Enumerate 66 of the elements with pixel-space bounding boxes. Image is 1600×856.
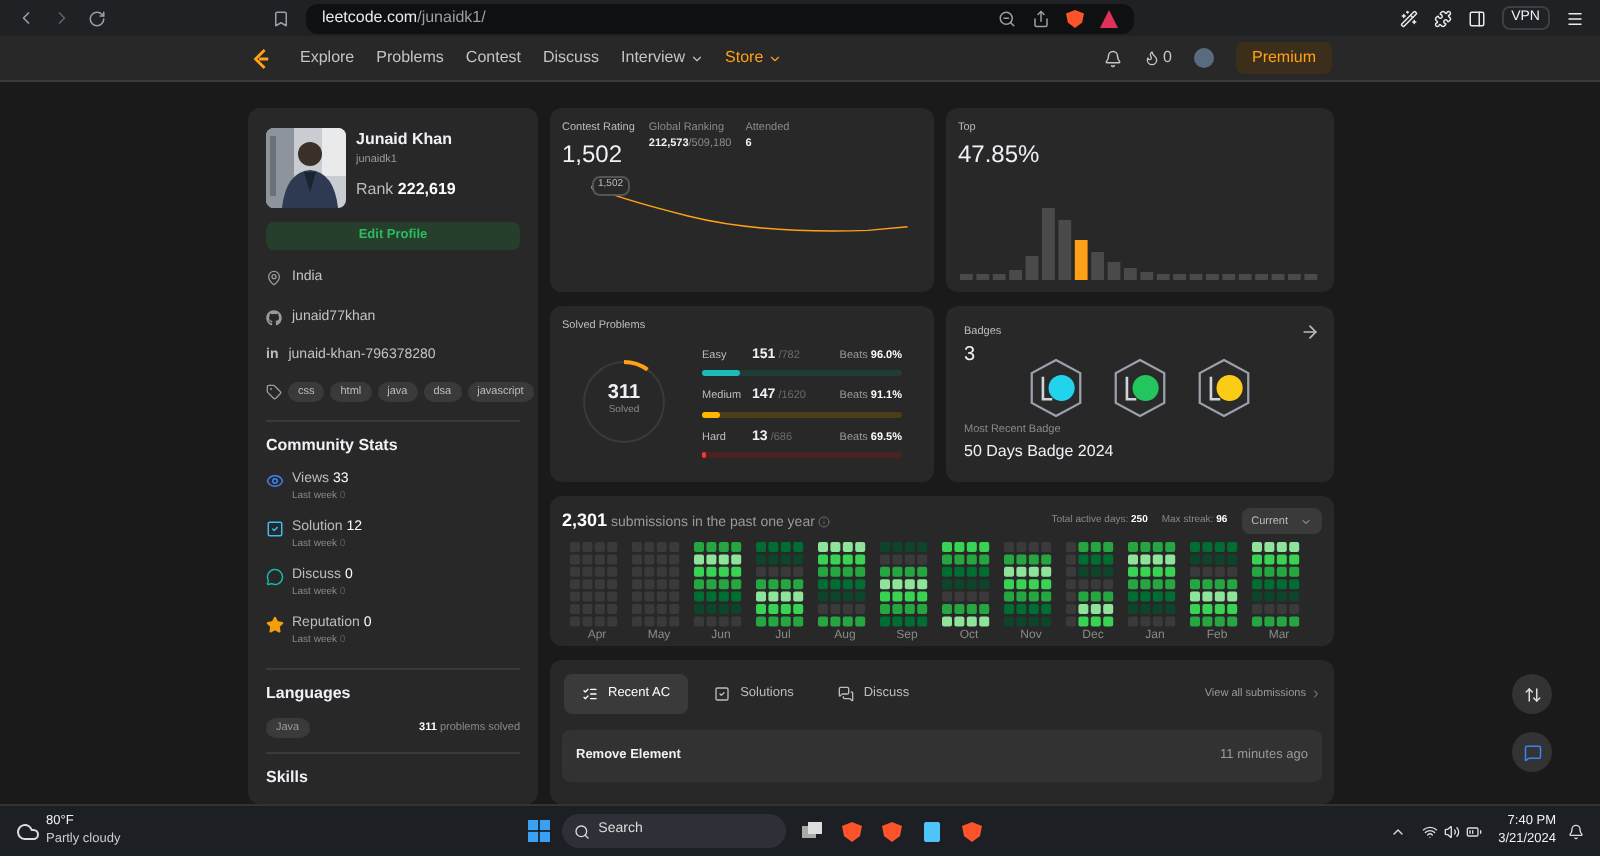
caret-icon (767, 51, 782, 65)
shield-icon[interactable] (1066, 9, 1084, 27)
profile-name: Junaid Khan (356, 128, 455, 152)
zoom-icon[interactable] (998, 9, 1016, 27)
points-counter[interactable]: 0 (1143, 46, 1172, 70)
start-icon[interactable] (528, 820, 551, 842)
wifi-icon[interactable] (1422, 823, 1439, 839)
reload-icon[interactable] (88, 9, 106, 27)
progress-ring (578, 356, 670, 449)
volume-icon[interactable] (1444, 823, 1461, 839)
chat-icon (266, 567, 284, 585)
section-title: Community Stats (266, 433, 400, 458)
checkbox-icon (266, 519, 284, 537)
address-bar[interactable]: leetcode.com/junaidk1/ (306, 3, 1134, 33)
logo-icon[interactable] (252, 47, 270, 69)
eye-icon (266, 471, 284, 489)
premium-button[interactable]: Premium (1235, 42, 1332, 74)
avatar-icon[interactable] (1193, 48, 1214, 68)
section-title: Languages (266, 681, 353, 706)
sidebar-icon[interactable] (1467, 9, 1486, 27)
top-percentage: 47.85% (958, 138, 1042, 173)
menu-icon[interactable] (1566, 9, 1584, 27)
nav-link[interactable]: Contest (465, 46, 521, 70)
badge-count: 3 (964, 342, 978, 371)
star-icon (266, 615, 284, 633)
weather-icon (16, 819, 40, 843)
floating-button[interactable] (1512, 674, 1552, 714)
bookmark-icon[interactable] (272, 9, 290, 27)
bell-icon[interactable] (1103, 49, 1122, 67)
tag-icon (266, 383, 282, 400)
badge-icon (1112, 358, 1168, 419)
tab-icon (837, 686, 854, 703)
recent-badge-name: 50 Days Badge 2024 (964, 439, 1116, 463)
battery-icon[interactable] (1466, 823, 1483, 839)
share-icon[interactable] (1032, 9, 1050, 27)
rank-text: Rank 222,619 (356, 178, 456, 203)
nav-link[interactable]: Explore (300, 46, 355, 70)
nav-link[interactable]: Store (725, 46, 782, 70)
nav-link[interactable]: Interview (621, 46, 704, 70)
caret-icon (1300, 515, 1312, 528)
feedback-icon (1523, 743, 1541, 761)
notepad-icon[interactable] (922, 821, 943, 841)
tab-icon (582, 686, 598, 703)
section-title: Skills (266, 766, 310, 790)
url-text: leetcode.com/junaidk1/ (322, 6, 486, 30)
notification-icon[interactable] (1568, 823, 1585, 839)
triangle-icon[interactable] (1100, 9, 1118, 27)
flame-icon (1143, 50, 1160, 66)
solved-count: 311 (607, 384, 641, 405)
tab-icon (714, 686, 731, 703)
puzzle-icon[interactable] (1433, 9, 1452, 27)
sort-icon (1523, 685, 1541, 703)
info-icon (818, 515, 831, 528)
chevron-icon (1310, 688, 1322, 701)
task-view-icon[interactable] (802, 821, 823, 841)
github-icon (266, 309, 282, 326)
nav-link[interactable]: Discuss (543, 46, 600, 70)
badge-icon (1028, 358, 1084, 419)
location-icon (266, 270, 282, 287)
badge-icon (1196, 358, 1252, 419)
caret-icon (689, 51, 704, 65)
arrow-right-icon[interactable] (1300, 322, 1320, 342)
wand-icon[interactable] (1399, 9, 1418, 27)
search-icon (574, 823, 591, 839)
contest-rating: 1,502 (562, 138, 625, 173)
nav-link[interactable]: Problems (376, 46, 444, 70)
